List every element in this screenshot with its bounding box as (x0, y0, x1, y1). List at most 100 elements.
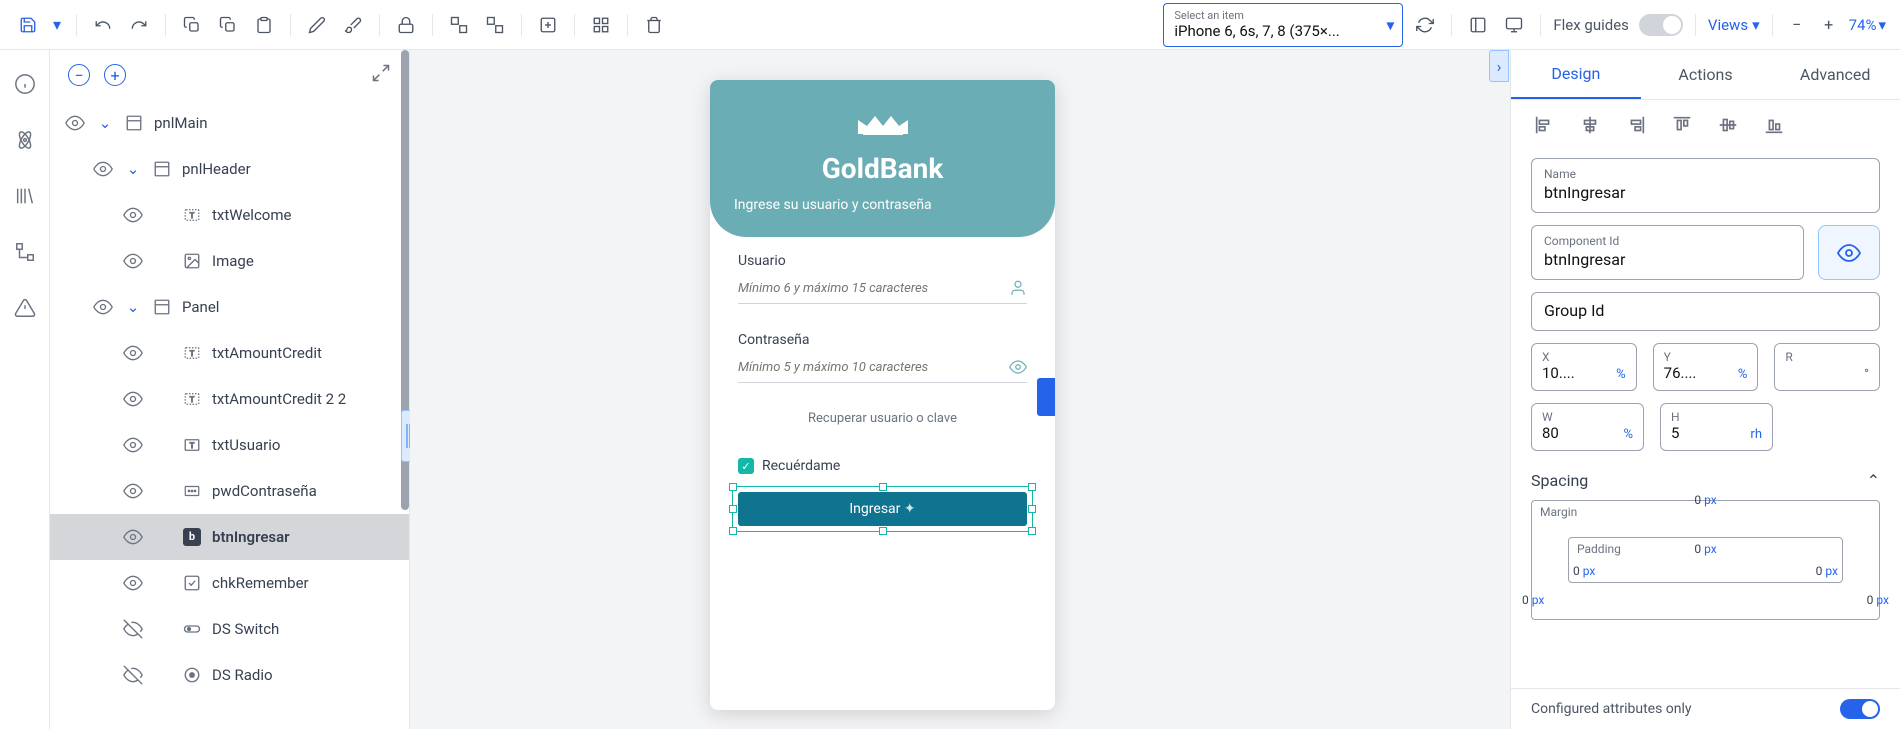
tab-advanced[interactable]: Advanced (1770, 50, 1900, 99)
recover-link[interactable]: Recuperar usuario o clave (738, 411, 1027, 426)
align-center-h-icon[interactable] (1579, 114, 1601, 136)
tree-row[interactable]: ⌄pnlMain (50, 100, 409, 146)
lock-button[interactable] (392, 11, 420, 39)
tree-row[interactable]: ⌄Panel (50, 284, 409, 330)
resize-handle[interactable] (879, 527, 887, 535)
caret-icon[interactable]: ⌄ (96, 114, 114, 132)
eye-icon[interactable] (122, 527, 144, 547)
resize-handle[interactable] (729, 483, 737, 491)
eye-icon[interactable] (122, 435, 144, 455)
resize-handle[interactable] (729, 505, 737, 513)
zoom-level[interactable]: 74%▾ (1849, 16, 1886, 34)
tree-row[interactable]: Image (50, 238, 409, 284)
tree-row[interactable]: ⌄pnlHeader (50, 146, 409, 192)
save-dropdown[interactable]: ▾ (50, 11, 64, 39)
expand-icon[interactable] (371, 63, 391, 87)
resize-handle[interactable] (729, 527, 737, 535)
views-dropdown[interactable]: Views▾ (1708, 16, 1760, 34)
visibility-toggle[interactable] (1818, 225, 1880, 280)
eye-icon[interactable] (64, 113, 86, 133)
add-button[interactable] (534, 11, 562, 39)
tree-row[interactable]: TtxtAmountCredit (50, 330, 409, 376)
tab-design[interactable]: Design (1511, 50, 1641, 99)
tree-row[interactable]: TtxtUsuario (50, 422, 409, 468)
eye-icon[interactable] (92, 297, 114, 317)
cut-button[interactable] (214, 11, 242, 39)
configured-only-switch[interactable] (1840, 699, 1880, 719)
align-top-icon[interactable] (1671, 114, 1693, 136)
save-button[interactable] (14, 11, 42, 39)
panel-collapse-button[interactable]: › (1489, 50, 1509, 82)
align-bottom-icon[interactable] (1763, 114, 1785, 136)
align-right-icon[interactable] (1625, 114, 1647, 136)
zoom-in-button[interactable]: + (1817, 13, 1841, 37)
toggle-switch[interactable] (1639, 14, 1683, 36)
edit-button[interactable] (303, 11, 331, 39)
grid-button[interactable] (587, 11, 615, 39)
name-field[interactable]: Name btnIngresar (1531, 158, 1880, 213)
tree-row[interactable]: pwdContraseña (50, 468, 409, 514)
tree-row[interactable]: TtxtWelcome (50, 192, 409, 238)
preview-button[interactable] (1500, 11, 1528, 39)
tree-row[interactable]: DS Switch (50, 606, 409, 652)
tree-row[interactable]: TtxtAmountCredit 2 2 (50, 376, 409, 422)
user-input[interactable] (738, 281, 1009, 296)
resize-handle[interactable] (1028, 483, 1036, 491)
expand-all-button[interactable]: + (104, 64, 126, 86)
zoom-out-button[interactable]: − (1785, 13, 1809, 37)
eye-icon[interactable] (122, 573, 144, 593)
resize-handle[interactable] (879, 483, 887, 491)
device-select[interactable]: Select an item iPhone 6, 6s, 7, 8 (375×.… (1163, 3, 1403, 47)
eye-off-icon[interactable] (122, 619, 144, 639)
align-left-icon[interactable] (1533, 114, 1555, 136)
remember-checkbox[interactable]: ✓ Recuérdame (738, 458, 1027, 474)
user-field[interactable] (738, 279, 1027, 304)
x-field[interactable]: X10....% (1531, 343, 1637, 391)
redo-button[interactable] (125, 11, 153, 39)
tree-row[interactable]: DS Radio (50, 652, 409, 698)
design-canvas[interactable]: GoldBank Ingrese su usuario y contraseña… (410, 50, 1510, 729)
warning-icon[interactable] (11, 294, 39, 322)
library-icon[interactable] (11, 182, 39, 210)
delete-button[interactable] (640, 11, 668, 39)
undo-button[interactable] (89, 11, 117, 39)
group-button[interactable] (445, 11, 473, 39)
login-button[interactable]: Ingresar ✦ (738, 492, 1027, 526)
eye-off-icon[interactable] (122, 665, 144, 685)
eye-icon[interactable] (122, 251, 144, 271)
tree-row[interactable]: bbtnIngresar (50, 514, 409, 560)
eye-icon[interactable] (122, 389, 144, 409)
eye-icon[interactable] (92, 159, 114, 179)
r-field[interactable]: R° (1774, 343, 1880, 391)
resize-handle[interactable] (1028, 527, 1036, 535)
y-field[interactable]: Y76....% (1653, 343, 1759, 391)
atom-icon[interactable] (11, 126, 39, 154)
info-icon[interactable] (11, 70, 39, 98)
h-field[interactable]: H5rh (1660, 403, 1773, 451)
resize-handle[interactable] (1028, 505, 1036, 513)
layout-button[interactable] (1464, 11, 1492, 39)
ungroup-button[interactable] (481, 11, 509, 39)
eye-icon[interactable] (122, 481, 144, 501)
align-center-v-icon[interactable] (1717, 114, 1739, 136)
caret-icon[interactable]: ⌄ (124, 298, 142, 316)
collapse-all-button[interactable]: − (68, 64, 90, 86)
tree-row[interactable]: chkRemember (50, 560, 409, 606)
w-field[interactable]: W80% (1531, 403, 1644, 451)
pass-input[interactable] (738, 360, 1009, 375)
tree-icon[interactable] (11, 238, 39, 266)
canvas-side-tab[interactable] (1037, 378, 1055, 416)
refresh-button[interactable] (1411, 11, 1439, 39)
tab-actions[interactable]: Actions (1641, 50, 1771, 99)
copy-button[interactable] (178, 11, 206, 39)
eye-icon[interactable] (122, 205, 144, 225)
component-id-field[interactable]: Component Id btnIngresar (1531, 225, 1804, 280)
caret-icon[interactable]: ⌄ (124, 160, 142, 178)
pass-field[interactable] (738, 358, 1027, 383)
paste-button[interactable] (250, 11, 278, 39)
flex-guides-toggle[interactable]: Flex guides (1553, 14, 1683, 36)
eye-icon[interactable] (122, 343, 144, 363)
group-id-field[interactable]: Group Id (1531, 292, 1880, 331)
spacing-section[interactable]: Spacing⌃ (1531, 471, 1880, 490)
brush-button[interactable] (339, 11, 367, 39)
